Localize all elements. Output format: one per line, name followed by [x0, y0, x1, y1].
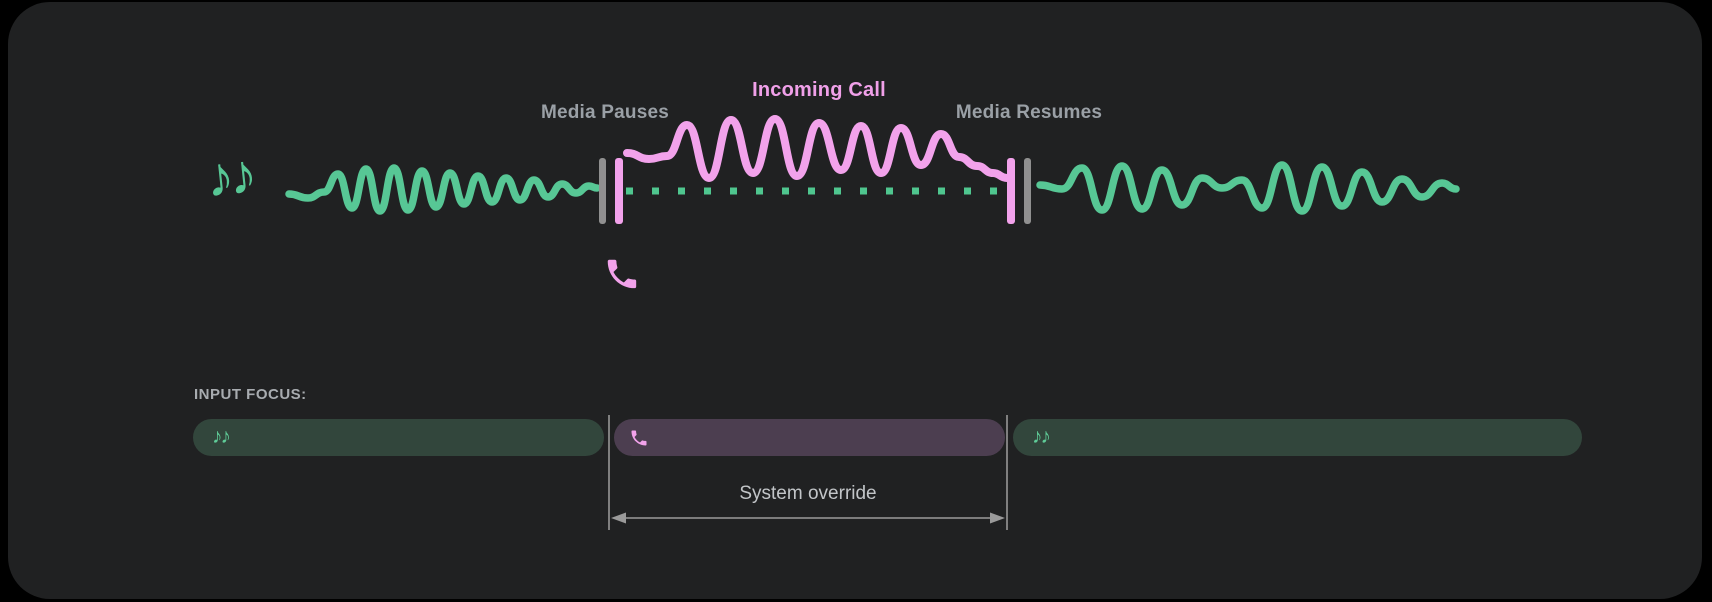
arrowhead-right-icon [990, 513, 1005, 524]
timeline-waveform [8, 2, 1712, 332]
phone-icon [629, 428, 649, 448]
media-pause-marker [599, 158, 606, 224]
media-waveform-before [289, 168, 597, 211]
focus-bar-media-before: ♪♪ [193, 419, 604, 456]
call-start-marker [615, 158, 623, 224]
audio-focus-diagram: Media Pauses Incoming Call Media Resumes… [0, 0, 1712, 602]
arrowhead-left-icon [611, 513, 626, 524]
incoming-call-waveform [627, 119, 1007, 178]
media-resume-marker [1024, 158, 1031, 224]
focus-bar-call [614, 419, 1005, 456]
focus-bar-media-after: ♪♪ [1013, 419, 1582, 456]
system-override-label: System override [739, 483, 876, 505]
call-end-marker [1007, 158, 1015, 224]
phone-icon [608, 260, 636, 288]
override-range-arrow [609, 510, 1007, 526]
diagram-card: Media Pauses Incoming Call Media Resumes… [8, 2, 1702, 599]
media-waveform-after [1040, 165, 1456, 211]
music-notes-icon: ♪♪ [1032, 426, 1049, 447]
input-focus-heading: INPUT FOCUS: [194, 386, 307, 403]
music-notes-icon: ♪♪ [212, 426, 229, 447]
